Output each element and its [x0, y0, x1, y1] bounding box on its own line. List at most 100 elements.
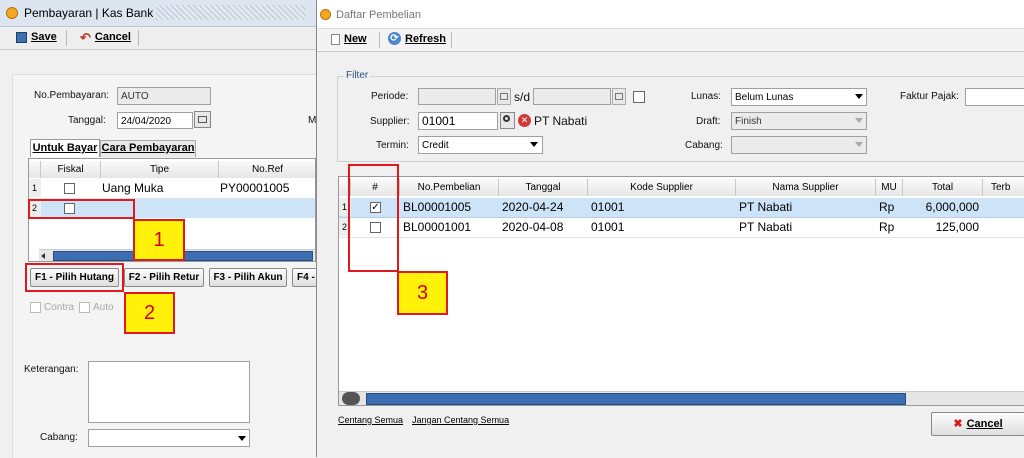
save-button[interactable]: Save	[16, 31, 57, 43]
app-logo-icon	[320, 9, 331, 20]
grid-header-fiskal: Fiskal	[41, 161, 101, 178]
right-window: Daftar Pembelian New ⟳ Refresh Filter Pe…	[316, 0, 1024, 457]
grid-header-tipe: Tipe	[101, 161, 219, 178]
periode-end-field[interactable]	[533, 88, 611, 105]
grid-settings-icon[interactable]	[342, 392, 360, 405]
total-cell: 6,000,000	[925, 200, 979, 214]
nama-supplier-cell: PT Nabati	[739, 220, 793, 234]
supplier-search-button[interactable]	[500, 112, 515, 129]
supplier-clear-button[interactable]: ✕	[517, 112, 532, 129]
tab-untuk-bayar[interactable]: Untuk Bayar	[30, 139, 100, 157]
cancel-dialog-button[interactable]: ✖ Cancel	[931, 412, 1024, 436]
grid-header: # No.Pembelian Tanggal Kode Supplier Nam…	[339, 179, 1024, 196]
sd-label: s/d	[514, 90, 531, 104]
keterangan-textarea[interactable]	[88, 361, 250, 423]
pilih-akun-button[interactable]: F3 - Pilih Akun	[209, 268, 287, 287]
red-x-icon: ✖	[953, 418, 963, 430]
filter-legend: Filter	[344, 70, 371, 81]
cabang-label: Cabang:	[40, 432, 78, 443]
periode-label: Periode:	[371, 91, 409, 102]
no-pembayaran-field[interactable]: AUTO	[117, 87, 211, 105]
toolbar-separator	[66, 30, 67, 46]
fiskal-checkbox[interactable]	[64, 183, 75, 194]
table-row[interactable]: 2 BL00001001 2020-04-08 01001 PT Nabati …	[339, 218, 1024, 238]
callout-1: 1	[133, 219, 185, 261]
calendar-icon	[500, 93, 508, 100]
chevron-down-icon	[530, 142, 538, 147]
left-title-bar: Pembayaran | Kas Bank	[0, 0, 316, 27]
lunas-select[interactable]: Belum Lunas	[731, 88, 867, 106]
toolbar-separator	[379, 32, 380, 48]
supplier-label: Supplier:	[370, 116, 410, 127]
periode-end-calendar-button[interactable]	[612, 88, 626, 105]
new-label: New	[344, 33, 367, 45]
tipe-cell: Uang Muka	[102, 181, 164, 195]
callout-2: 2	[124, 292, 175, 334]
tanggal-cell: 2020-04-24	[502, 200, 564, 214]
scroll-left-arrow-icon[interactable]	[41, 253, 45, 259]
total-cell: 125,000	[935, 220, 979, 234]
toolbar-separator	[138, 30, 139, 46]
grid-header-tanggal: Tanggal	[499, 179, 588, 196]
pilih-retur-button[interactable]: F2 - Pilih Retur	[124, 268, 204, 287]
periode-start-calendar-button[interactable]	[497, 88, 511, 105]
supplier-name: PT Nabati	[534, 114, 588, 128]
left-toolbar: Save ↶ Cancel	[0, 27, 316, 50]
calendar-button[interactable]	[194, 111, 211, 128]
refresh-icon: ⟳	[388, 32, 401, 45]
highlight-pilih-hutang	[25, 263, 124, 292]
noref-cell: PY00001005	[220, 181, 290, 195]
mu-cell: Rp	[879, 220, 895, 234]
cabang-select[interactable]	[88, 429, 250, 447]
right-toolbar: New ⟳ Refresh	[317, 29, 1024, 52]
grid-header-nama-supplier: Nama Supplier	[736, 179, 876, 196]
chevron-down-icon	[855, 94, 863, 99]
lunas-label: Lunas:	[691, 91, 722, 102]
grid-header: Fiskal Tipe No.Ref	[29, 161, 315, 178]
calendar-icon	[615, 93, 623, 100]
draft-select[interactable]: Finish	[731, 112, 867, 130]
tanggal-label: Tanggal:	[68, 115, 106, 126]
tab-cara-pembayaran[interactable]: Cara Pembayaran	[100, 140, 196, 157]
periode-checkbox[interactable]	[633, 91, 645, 103]
tab-untuk-bayar-label: Untuk Bayar	[32, 142, 98, 154]
nama-supplier-cell: PT Nabati	[739, 200, 793, 214]
tanggal-cell: 2020-04-08	[502, 220, 564, 234]
cancel-button[interactable]: ↶ Cancel	[80, 31, 131, 44]
grid-header-kode-supplier: Kode Supplier	[588, 179, 736, 196]
contra-checkbox[interactable]	[30, 302, 41, 313]
supplier-code-field[interactable]: 01001	[418, 112, 498, 130]
cancel-dialog-label: Cancel	[966, 418, 1003, 430]
horizontal-scrollbar[interactable]	[339, 391, 1024, 405]
left-window-title: Pembayaran | Kas Bank	[24, 6, 154, 20]
refresh-label: Refresh	[405, 32, 446, 45]
centang-semua-link[interactable]: Centang Semua	[338, 415, 403, 425]
grid-header-noref: No.Ref	[219, 161, 315, 178]
table-row[interactable]: 1 ✓ BL00001005 2020-04-24 01001 PT Nabat…	[339, 198, 1024, 218]
termin-label: Termin:	[376, 140, 409, 151]
grid-header-terbayar: Terb	[983, 179, 1024, 196]
app-logo-icon	[6, 7, 18, 19]
kode-supplier-cell: 01001	[591, 220, 625, 234]
chevron-down-icon	[238, 436, 246, 441]
cancel-label: Cancel	[94, 31, 131, 43]
periode-start-field[interactable]	[418, 88, 496, 105]
callout-3: 3	[397, 271, 448, 315]
jangan-centang-semua-link[interactable]: Jangan Centang Semua	[412, 415, 509, 425]
tanggal-field[interactable]: 24/04/2020	[117, 112, 193, 129]
highlight-check-column	[348, 164, 399, 272]
cabang-filter-select[interactable]	[731, 136, 867, 154]
no-pembelian-cell: BL00001001	[403, 220, 472, 234]
table-row[interactable]: 1 Uang Muka PY00001005	[29, 179, 315, 199]
termin-select[interactable]: Credit	[418, 136, 543, 154]
new-button[interactable]: New	[331, 33, 367, 45]
right-window-title: Daftar Pembelian	[336, 9, 421, 21]
grid-header-mu: MU	[876, 179, 903, 196]
no-pembelian-cell: BL00001005	[403, 200, 472, 214]
auto-label: Auto	[93, 302, 114, 313]
scrollbar-thumb[interactable]	[366, 393, 906, 405]
auto-checkbox[interactable]	[79, 302, 90, 313]
refresh-button[interactable]: ⟳ Refresh	[388, 32, 446, 45]
faktur-pajak-field[interactable]	[965, 88, 1024, 106]
highlight-row-2	[28, 199, 135, 219]
